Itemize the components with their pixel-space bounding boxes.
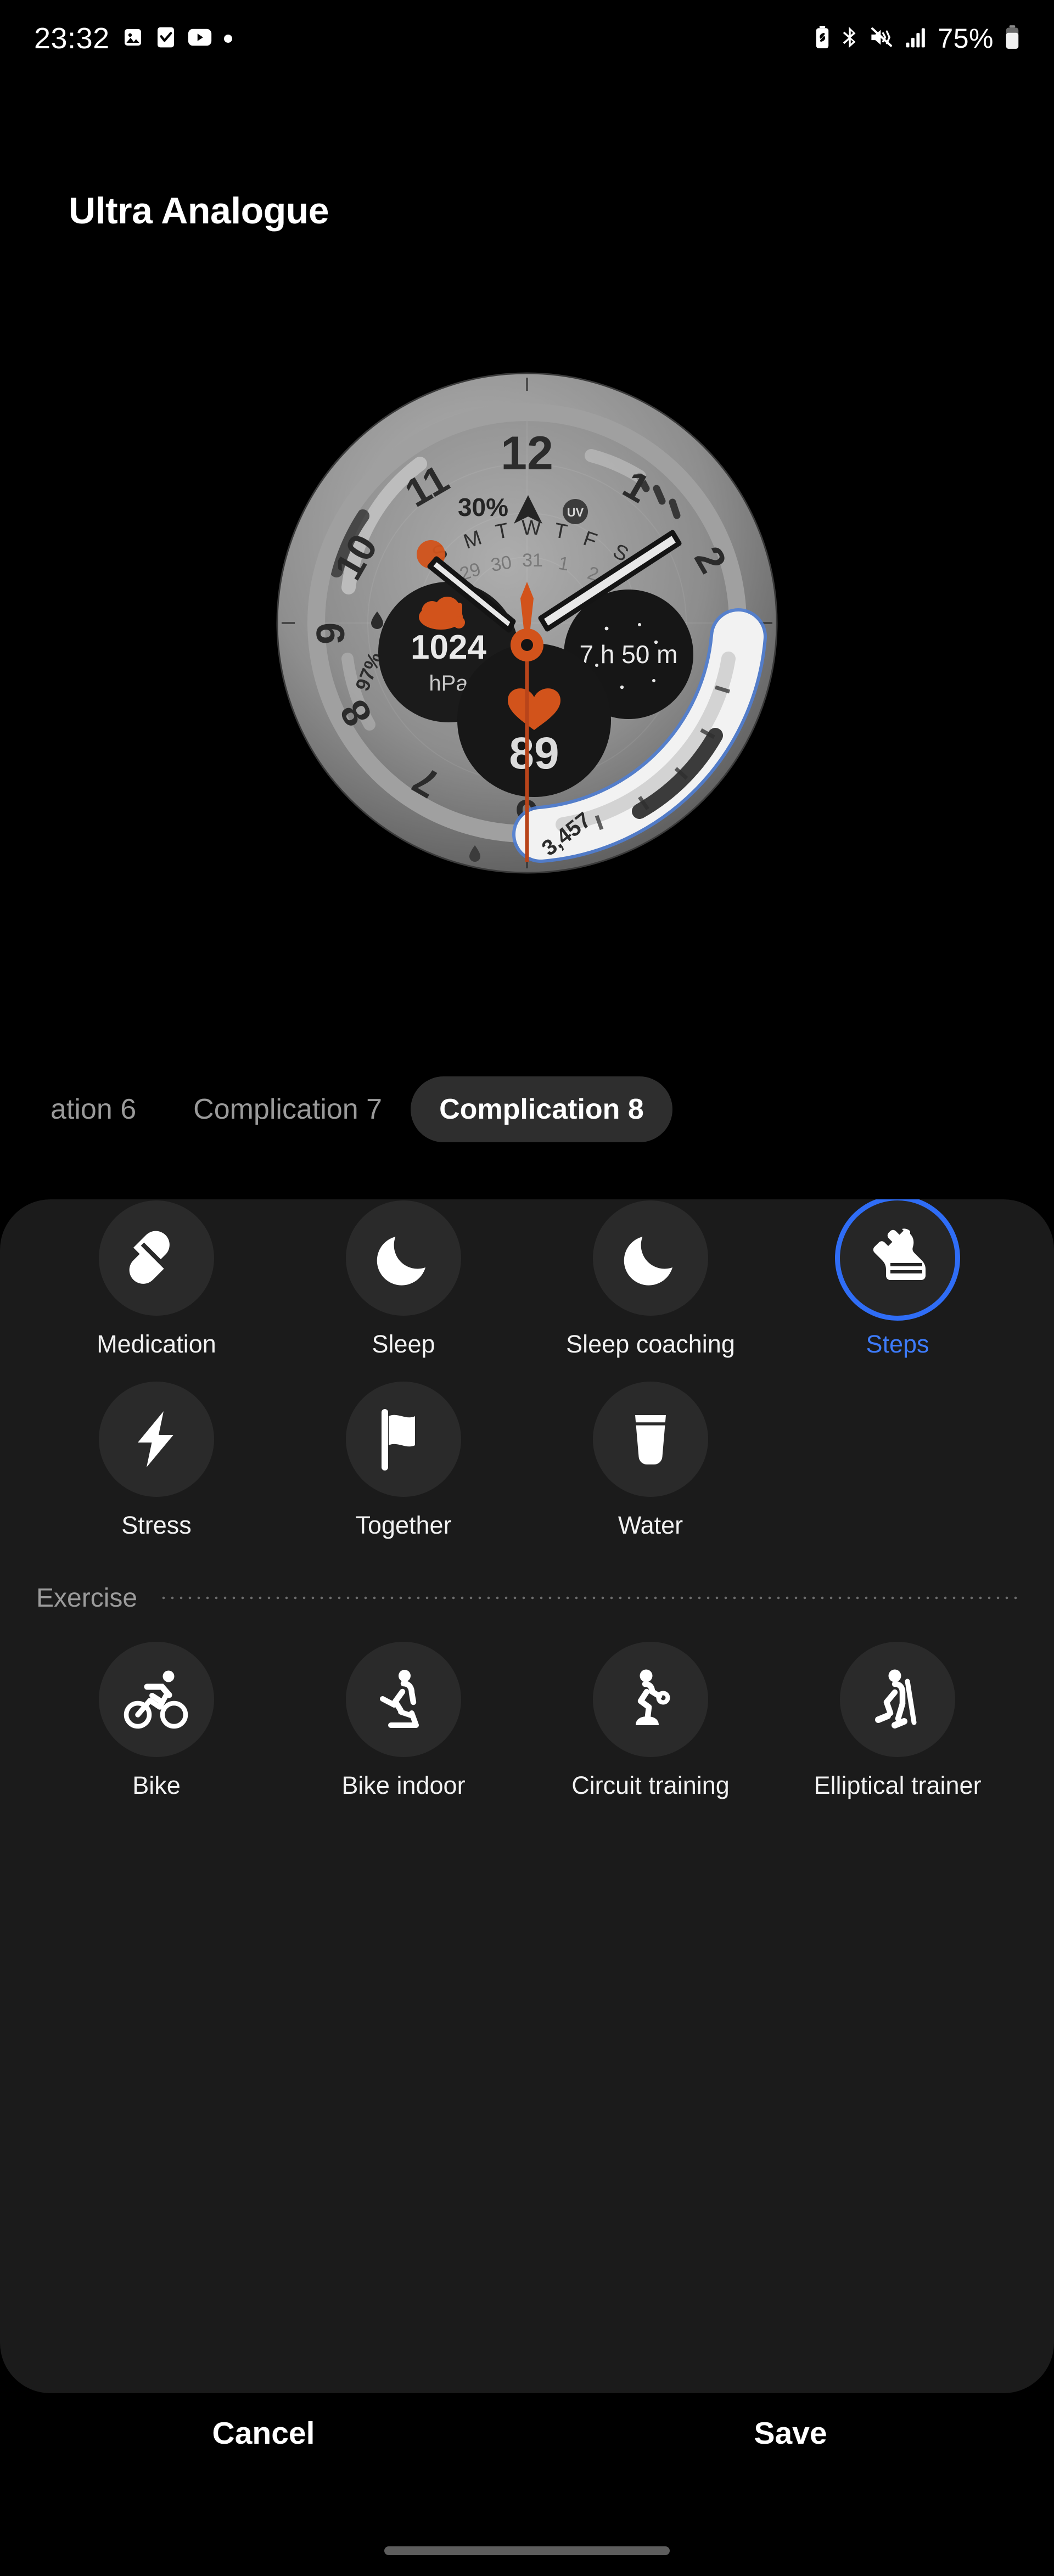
icon-bubble[interactable] — [593, 1382, 708, 1497]
flag-icon — [371, 1406, 436, 1472]
watch-face-preview[interactable]: 12 1 2 3 4 5 6 7 8 9 10 11 30% UV 97% S … — [255, 351, 799, 895]
svg-text:30: 30 — [489, 552, 513, 576]
svg-text:31: 31 — [522, 550, 543, 571]
cell-label: Bike indoor — [341, 1771, 465, 1800]
dot-icon — [224, 35, 232, 43]
shoe-icon — [865, 1225, 930, 1291]
watch-numeral-9: 9 — [309, 622, 353, 644]
cell-label: Stress — [121, 1511, 192, 1540]
water-glass-icon — [618, 1406, 683, 1472]
complication-tabs[interactable]: ation 6 Complication 7 Complication 8 — [0, 1057, 1054, 1161]
picker-item-sleep[interactable]: Sleep — [280, 1199, 527, 1359]
heart-rate-value: 89 — [509, 728, 559, 778]
cell-label: Bike — [132, 1771, 181, 1800]
watch-numeral-12: 12 — [501, 427, 553, 480]
save-button[interactable]: Save — [527, 2415, 1054, 2451]
checkbox-icon — [156, 26, 176, 51]
picker-item-bike-indoor[interactable]: Bike indoor — [280, 1619, 527, 1800]
barometer-value: 1024 — [411, 628, 486, 666]
tab-complication-8[interactable]: Complication 8 — [411, 1076, 672, 1142]
moon-icon — [618, 1225, 683, 1291]
picker-item-together[interactable]: Together — [280, 1359, 527, 1540]
picker-item-water[interactable]: Water — [527, 1359, 774, 1540]
elliptical-person-icon — [865, 1666, 930, 1732]
cyclist-icon — [124, 1666, 189, 1732]
indoor-cyclist-icon — [371, 1666, 436, 1732]
cell-label: Water — [618, 1511, 683, 1540]
battery-icon — [1005, 25, 1020, 52]
cell-label: Together — [355, 1511, 451, 1540]
cell-label: Circuit training — [571, 1771, 730, 1800]
cell-label: Steps — [866, 1330, 929, 1359]
cell-label: Elliptical trainer — [814, 1771, 981, 1800]
picker-item-empty — [774, 1359, 1021, 1540]
dumbbell-person-icon — [618, 1666, 683, 1732]
picker-item-steps[interactable]: Steps — [774, 1199, 1021, 1359]
picker-item-stress[interactable]: Stress — [33, 1359, 280, 1540]
status-bar-right: 75% — [815, 23, 1020, 54]
picker-item-elliptical-trainer[interactable]: Elliptical trainer — [774, 1619, 1021, 1800]
picker-item-bike[interactable]: Bike — [33, 1619, 280, 1800]
icon-bubble[interactable] — [346, 1382, 461, 1497]
cancel-button[interactable]: Cancel — [0, 2415, 527, 2451]
section-divider — [159, 1596, 1021, 1600]
moon-icon — [371, 1225, 436, 1291]
mute-vibrate-icon — [870, 26, 894, 52]
page-title: Ultra Analogue — [69, 189, 329, 232]
tab-complication-7[interactable]: Complication 7 — [165, 1076, 411, 1142]
picker-health-grid-2: Stress Together Water — [0, 1359, 1054, 1540]
image-icon — [122, 26, 144, 51]
pill-icon — [124, 1225, 189, 1291]
watch-battery-percent: 30% — [458, 493, 508, 521]
icon-bubble[interactable] — [99, 1382, 214, 1497]
status-clock: 23:32 — [34, 21, 110, 55]
watch-face-svg: 12 1 2 3 4 5 6 7 8 9 10 11 30% UV 97% S … — [255, 351, 799, 895]
svg-text:UV: UV — [567, 506, 584, 519]
action-bar: Cancel Save — [0, 2415, 1054, 2451]
cell-label: Medication — [97, 1330, 216, 1359]
lightning-bolt-icon — [124, 1406, 189, 1472]
icon-bubble[interactable] — [840, 1200, 955, 1316]
picker-exercise-grid: Bike Bike indoor — [0, 1619, 1054, 1800]
icon-bubble[interactable] — [840, 1642, 955, 1757]
icon-bubble[interactable] — [593, 1200, 708, 1316]
icon-bubble[interactable] — [346, 1642, 461, 1757]
icon-bubble[interactable] — [346, 1200, 461, 1316]
youtube-icon — [188, 28, 212, 49]
picker-item-medication[interactable]: Medication — [33, 1199, 280, 1359]
picker-item-sleep-coaching[interactable]: Sleep coaching — [527, 1199, 774, 1359]
icon-bubble[interactable] — [99, 1642, 214, 1757]
battery-saver-icon — [815, 26, 830, 52]
gesture-navigation-bar[interactable] — [384, 2546, 670, 2555]
bluetooth-icon — [841, 26, 859, 52]
battery-percent-label: 75% — [938, 23, 994, 54]
icon-bubble[interactable] — [99, 1200, 214, 1316]
picker-health-grid: Medication Sleep Sleep coaching — [0, 1199, 1054, 1359]
tab-complication-6[interactable]: ation 6 — [22, 1076, 165, 1142]
complication-picker-sheet: Cycle tracking Daily activity Energy sco… — [0, 1199, 1054, 2393]
barometer-unit: hPa — [429, 671, 468, 695]
section-header-exercise: Exercise — [0, 1540, 1054, 1619]
sleep-value: 7 h 50 m — [580, 640, 678, 669]
svg-text:W: W — [522, 517, 541, 540]
section-title: Exercise — [36, 1583, 137, 1613]
icon-bubble[interactable] — [593, 1642, 708, 1757]
signal-bars-icon — [905, 26, 927, 52]
heart-rate-subdial[interactable]: 89 — [457, 643, 611, 797]
status-bar: 23:32 75% — [0, 0, 1054, 77]
picker-item-circuit-training[interactable]: Circuit training — [527, 1619, 774, 1800]
cell-label: Sleep coaching — [566, 1330, 735, 1359]
cell-label: Sleep — [372, 1330, 435, 1359]
status-bar-left: 23:32 — [34, 21, 232, 55]
